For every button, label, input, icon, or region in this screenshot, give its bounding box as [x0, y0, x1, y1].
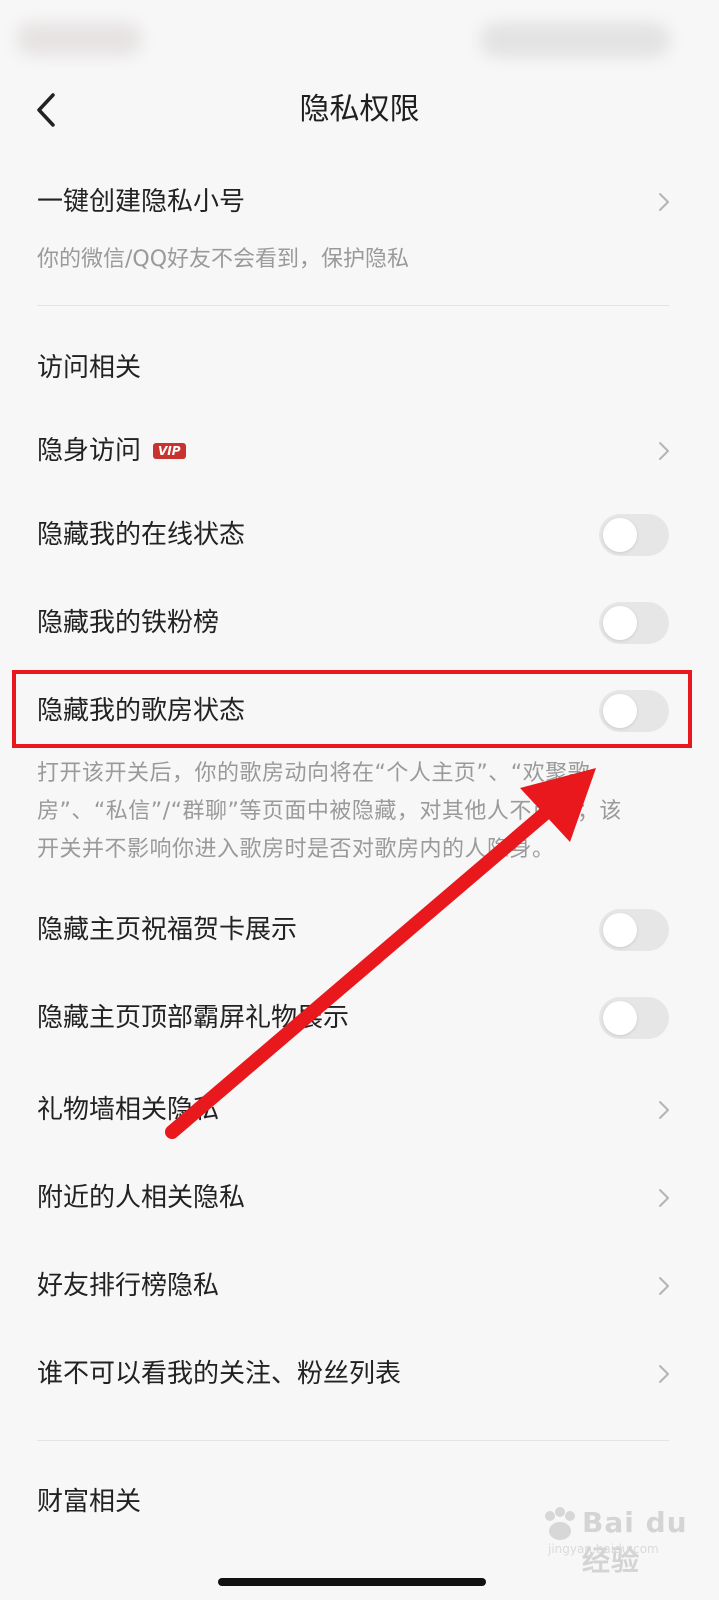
home-indicator[interactable] — [218, 1578, 486, 1586]
room-status-description-line: 开关并不影响你进入歌房时是否对歌房内的人隐身。 — [37, 837, 555, 862]
toggle-knob — [603, 518, 637, 552]
hide-online-status-row: 隐藏我的在线状态 — [0, 491, 719, 579]
divider — [37, 305, 669, 306]
status-bar — [0, 0, 719, 76]
hide-banner-gift-row: 隐藏主页顶部霸屏礼物展示 — [0, 974, 719, 1062]
friend-ranking-privacy-row[interactable]: 好友排行榜隐私 — [0, 1242, 719, 1330]
toggle-knob — [603, 694, 637, 728]
follow-fans-visibility-row[interactable]: 谁不可以看我的关注、粉丝列表 — [0, 1330, 719, 1418]
section-title-wealth: 财富相关 — [37, 1487, 142, 1517]
nearby-people-privacy-label: 附近的人相关隐私 — [37, 1183, 246, 1213]
hide-banner-gift-label: 隐藏主页顶部霸屏礼物展示 — [37, 1003, 350, 1033]
hide-room-status-label: 隐藏我的歌房状态 — [37, 696, 246, 726]
room-status-description-line: 打开该开关后，你的歌房动向将在“个人主页”、“欢聚歌 — [37, 761, 591, 786]
hide-fan-ranking-row: 隐藏我的铁粉榜 — [0, 579, 719, 667]
hide-online-status-toggle[interactable] — [599, 514, 669, 556]
stealth-visit-label: 隐身访问 — [37, 436, 142, 466]
create-private-account-row[interactable]: 一键创建隐私小号 — [0, 158, 719, 246]
chevron-right-icon — [659, 1101, 669, 1119]
follow-fans-visibility-label: 谁不可以看我的关注、粉丝列表 — [37, 1359, 402, 1389]
hide-banner-gift-toggle[interactable] — [599, 997, 669, 1039]
watermark-text: Bai du 经验 — [582, 1506, 688, 1577]
friend-ranking-privacy-label: 好友排行榜隐私 — [37, 1271, 220, 1301]
status-bar-right-blur — [480, 22, 670, 58]
hide-greeting-cards-toggle[interactable] — [599, 909, 669, 951]
toggle-knob — [603, 1001, 637, 1035]
vip-badge: VIP — [153, 443, 186, 459]
hide-online-status-label: 隐藏我的在线状态 — [37, 520, 246, 550]
chevron-right-icon — [659, 442, 669, 460]
room-status-description: 打开该开关后，你的歌房动向将在“个人主页”、“欢聚歌 房”、“私信”/“群聊”等… — [37, 755, 667, 869]
hide-fan-ranking-toggle[interactable] — [599, 602, 669, 644]
divider — [37, 1440, 669, 1441]
stealth-visit-row[interactable]: 隐身访问 VIP — [0, 407, 719, 495]
hide-fan-ranking-label: 隐藏我的铁粉榜 — [37, 608, 220, 638]
hide-room-status-toggle[interactable] — [599, 690, 669, 732]
chevron-right-icon — [659, 1365, 669, 1383]
status-bar-left-blur — [16, 22, 142, 56]
paw-icon — [545, 1507, 575, 1540]
nav-bar: 隐私权限 — [0, 76, 719, 146]
toggle-knob — [603, 913, 637, 947]
toggle-knob — [603, 606, 637, 640]
create-private-account-subtitle: 你的微信/QQ好友不会看到，保护隐私 — [37, 247, 410, 272]
chevron-right-icon — [659, 193, 669, 211]
stealth-visit-label-wrap: 隐身访问 VIP — [37, 433, 186, 469]
hide-room-status-row: 隐藏我的歌房状态 — [0, 667, 719, 755]
gift-wall-privacy-label: 礼物墙相关隐私 — [37, 1095, 220, 1125]
hide-greeting-cards-row: 隐藏主页祝福贺卡展示 — [0, 886, 719, 974]
hide-greeting-cards-label: 隐藏主页祝福贺卡展示 — [37, 915, 298, 945]
room-status-description-line: 房”、“私信”/“群聊”等页面中被隐藏，对其他人不可见；该 — [37, 799, 622, 824]
page-title: 隐私权限 — [299, 92, 420, 127]
chevron-right-icon — [659, 1189, 669, 1207]
section-title-access: 访问相关 — [37, 353, 142, 383]
chevron-right-icon — [659, 1277, 669, 1295]
create-private-account-label: 一键创建隐私小号 — [37, 187, 246, 217]
watermark-url: jingyan.baidu.com — [548, 1542, 659, 1556]
gift-wall-privacy-row[interactable]: 礼物墙相关隐私 — [0, 1066, 719, 1154]
nearby-people-privacy-row[interactable]: 附近的人相关隐私 — [0, 1154, 719, 1242]
baidu-jingyan-watermark: Bai du 经验 jingyan.baidu.com — [540, 1500, 710, 1577]
